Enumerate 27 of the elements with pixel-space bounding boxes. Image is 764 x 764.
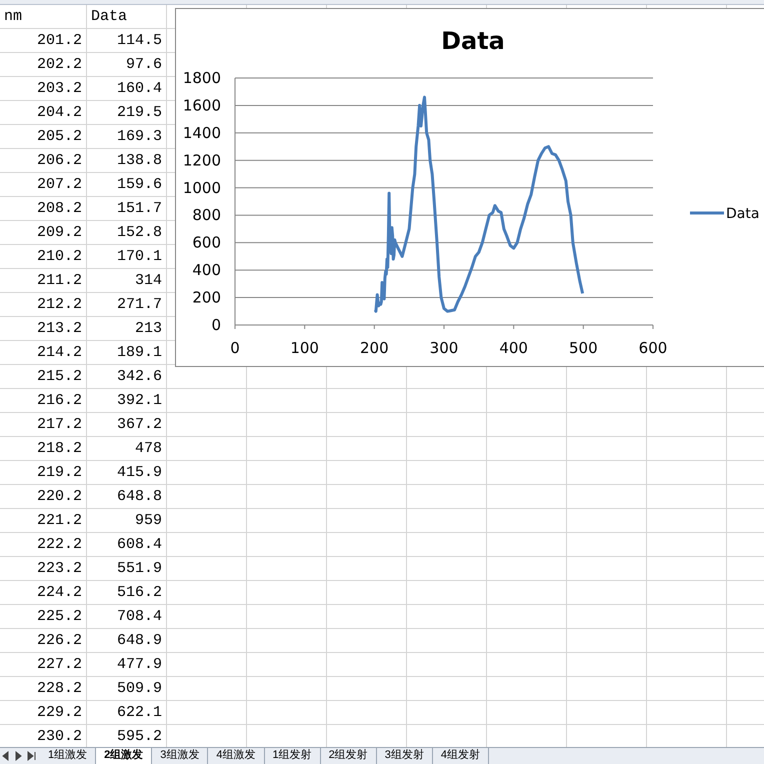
sheet-tab[interactable]: 2组发射 — [320, 748, 377, 764]
x-axis-label: 200 — [360, 339, 389, 357]
y-axis-label: 600 — [192, 234, 221, 252]
x-axis-label: 100 — [290, 339, 319, 357]
sheet-tab[interactable]: 4组发射 — [432, 748, 489, 764]
sheet-tab[interactable]: 1组发射 — [264, 748, 321, 764]
x-axis-label: 300 — [430, 339, 458, 357]
sheet-tab[interactable]: 2组激发 — [96, 748, 152, 764]
sheet-tab[interactable]: 3组激发 — [152, 748, 208, 764]
x-axis-label: 0 — [230, 339, 240, 357]
x-axis-label: 600 — [638, 339, 668, 357]
y-axis-label: 400 — [192, 261, 221, 280]
y-axis-label: 200 — [192, 288, 221, 307]
y-axis-label: 1800 — [182, 69, 221, 87]
y-axis-label: 800 — [192, 206, 221, 224]
y-axis-label: 1000 — [182, 178, 221, 197]
y-axis-label: 1600 — [182, 96, 221, 114]
x-axis-label: 400 — [499, 339, 528, 357]
x-axis-label: 500 — [569, 339, 598, 357]
sheet-tab[interactable]: 3组发射 — [376, 748, 433, 764]
y-axis-label: 1200 — [182, 151, 221, 170]
y-axis-label: 0 — [211, 316, 221, 334]
sheet-tab[interactable]: 4组激发 — [208, 748, 264, 764]
chart-title: Data — [441, 27, 505, 55]
legend-line-icon — [690, 212, 724, 214]
legend-label: Data — [726, 206, 760, 222]
y-axis-label: 1400 — [182, 124, 221, 142]
